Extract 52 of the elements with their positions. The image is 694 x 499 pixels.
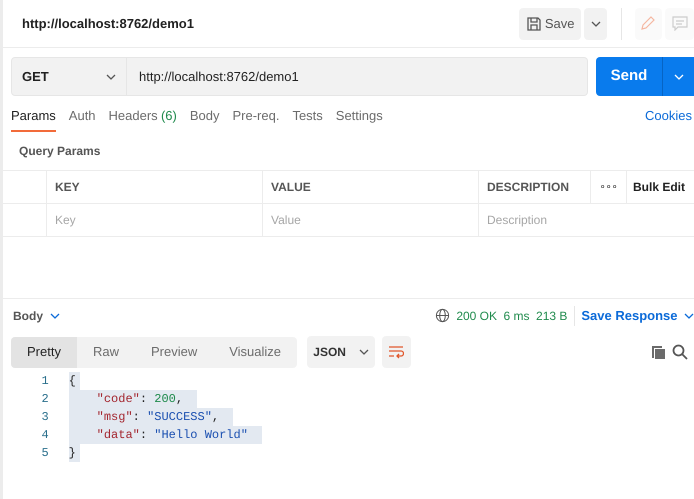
body-dropdown[interactable]: Body (13, 306, 60, 324)
format-dropdown[interactable]: JSON (306, 336, 376, 368)
view-tab[interactable]: Preview (134, 336, 214, 368)
caret-icon (674, 74, 684, 80)
response-time: 6 ms (504, 308, 530, 324)
save-button[interactable]: Save (519, 8, 581, 40)
caret-icon (358, 349, 369, 355)
wrap-lines-button[interactable] (382, 336, 411, 368)
send-button[interactable]: Send (596, 57, 662, 96)
tab[interactable]: Settings (336, 94, 383, 132)
column-header: KEY (47, 171, 263, 204)
url-field[interactable]: http://localhost:8762/demo1 (127, 57, 588, 96)
more-options-button[interactable]: ∘∘∘ (591, 171, 627, 204)
comment-icon (672, 16, 688, 31)
status-code: 200 OK (456, 308, 498, 324)
line-number: 4 (40, 427, 49, 444)
tab[interactable]: Pre-req. (232, 94, 280, 132)
request-title: http://localhost:8762/demo1 (22, 14, 194, 33)
line-number: 3 (40, 409, 49, 426)
pencil-icon (641, 16, 656, 32)
tab[interactable]: Body (190, 94, 220, 132)
caret-icon (590, 21, 601, 28)
caret-icon (50, 312, 60, 318)
bulk-edit-button[interactable]: Bulk Edit (627, 171, 694, 204)
line-number: 5 (40, 445, 49, 462)
search-icon[interactable] (672, 344, 688, 360)
copy-icon[interactable] (650, 344, 666, 360)
globe-icon (434, 308, 450, 323)
cookies-link[interactable]: Cookies (645, 106, 692, 132)
column-header: DESCRIPTION (479, 171, 591, 204)
wrap-icon (388, 345, 404, 359)
line-number: 2 (40, 391, 49, 408)
save-dropdown-button[interactable] (584, 8, 608, 40)
view-tab[interactable]: Pretty (11, 336, 77, 368)
caret-icon (684, 312, 694, 318)
section-title: Query Params (18, 143, 102, 160)
comments-button[interactable] (665, 8, 694, 40)
view-tab[interactable]: Visualize (213, 336, 298, 368)
send-dropdown-button[interactable] (662, 57, 694, 96)
response-size: 213 B (536, 308, 568, 324)
save-response-button[interactable]: Save Response (581, 306, 694, 326)
tab[interactable]: Tests (292, 94, 323, 132)
edit-button[interactable] (634, 8, 662, 40)
tab[interactable]: Headers (6) (108, 94, 177, 132)
column-header: VALUE (263, 171, 479, 204)
line-number: 1 (40, 373, 49, 390)
tab[interactable]: Params (11, 94, 56, 132)
tab[interactable]: Auth (68, 94, 96, 132)
method-dropdown[interactable]: GET (11, 57, 127, 96)
caret-icon (106, 74, 116, 80)
view-tab[interactable]: Raw (76, 336, 135, 368)
save-icon (526, 16, 542, 32)
